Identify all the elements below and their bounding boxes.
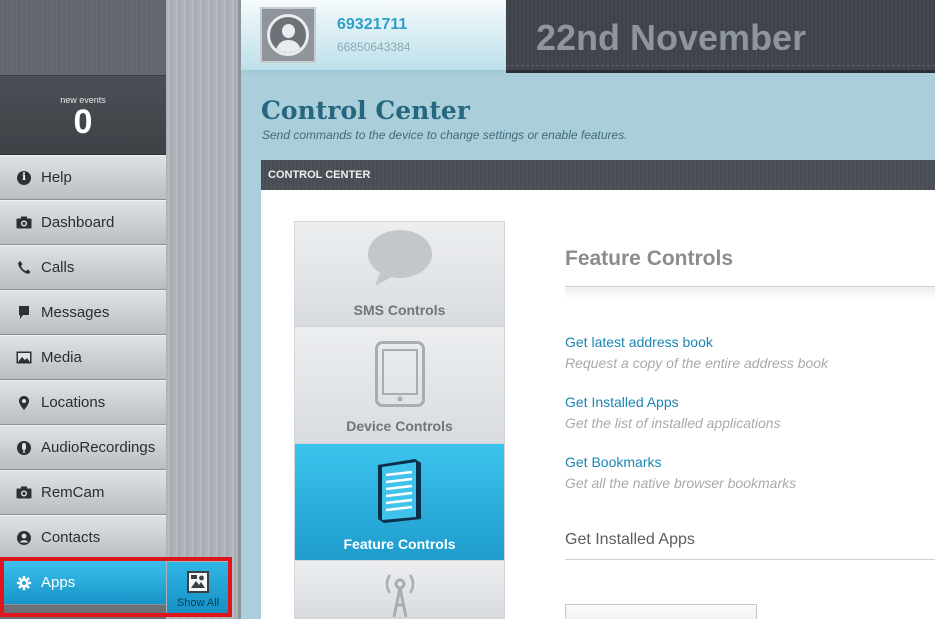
section-title: Get Installed Apps (565, 531, 695, 548)
sidebar-item-media[interactable]: Media (0, 335, 166, 380)
avatar (260, 7, 316, 63)
device-profile[interactable]: 69321711 66850643384 (241, 0, 506, 73)
sidebar-item-audiorecordings[interactable]: AudioRecordings (0, 425, 166, 470)
sidebar-item-contacts[interactable]: Contacts (0, 515, 166, 560)
phone-icon (16, 260, 32, 276)
sidebar-logo-area (0, 0, 166, 76)
device-name: 69321711 (337, 16, 408, 33)
sidebar: new events 0 i Help Dashboard Calls Mess… (0, 0, 166, 619)
new-events-count: 0 (73, 103, 93, 141)
sidebar-nav: i Help Dashboard Calls Messages Media Lo… (0, 155, 166, 605)
annotation-highlight (0, 557, 232, 617)
date-banner: 22nd November (506, 0, 935, 73)
get-installed-apps-link[interactable]: Get Installed Apps (565, 394, 781, 410)
sidebar-item-messages[interactable]: Messages (0, 290, 166, 335)
sidebar-item-label: AudioRecordings (41, 439, 156, 456)
control-center-panel: CONTROL CENTER SMS Controls Device Contr… (261, 160, 935, 619)
sidebar-item-calls[interactable]: Calls (0, 245, 166, 290)
page-subtitle: Send commands to the device to change se… (262, 128, 628, 142)
app-root: new events 0 i Help Dashboard Calls Mess… (0, 0, 935, 619)
message-icon (16, 305, 32, 321)
tab-label: Feature Controls (343, 536, 456, 552)
sidebar-item-remcam[interactable]: RemCam (0, 470, 166, 515)
device-number: 66850643384 (337, 40, 411, 54)
get-installed-apps-button[interactable] (565, 604, 757, 619)
feature-description: Get all the native browser bookmarks (565, 475, 797, 491)
feature-item: Get Bookmarks Get all the native browser… (565, 454, 796, 491)
sidebar-item-label: Messages (41, 304, 110, 321)
camera-icon (16, 215, 32, 231)
get-address-book-link[interactable]: Get latest address book (565, 334, 828, 350)
section-divider (565, 559, 935, 560)
tab-feature-controls[interactable]: Feature Controls (295, 444, 504, 561)
sidebar-item-label: Calls (41, 259, 75, 276)
control-tabs: SMS Controls Device Controls Feature Con… (294, 221, 505, 619)
feature-controls-title: Feature Controls (565, 247, 734, 270)
main-content: Control Center Send commands to the devi… (241, 73, 935, 619)
map-pin-icon (16, 395, 32, 411)
contact-icon (16, 530, 32, 546)
feature-item: Get latest address book Request a copy o… (565, 334, 828, 371)
page-title: Control Center (261, 96, 470, 125)
tab-device-controls[interactable]: Device Controls (295, 327, 504, 444)
sidebar-item-help[interactable]: i Help (0, 155, 166, 200)
info-icon: i (16, 170, 32, 186)
feature-item: Get Installed Apps Get the list of insta… (565, 394, 781, 431)
sidebar-item-locations[interactable]: Locations (0, 380, 166, 425)
new-events-counter[interactable]: new events 0 (0, 76, 166, 155)
title-divider (565, 286, 935, 300)
stitch-divider (506, 65, 935, 66)
feature-controls-content: Feature Controls Get latest address book… (565, 160, 935, 619)
sidebar-item-label: Help (41, 169, 72, 186)
antenna-icon (377, 571, 423, 619)
secondary-strip (166, 0, 241, 619)
sidebar-item-label: Dashboard (41, 214, 115, 231)
sidebar-item-label: Contacts (41, 529, 101, 546)
current-date: 22nd November (536, 17, 807, 58)
tab-label: Device Controls (346, 418, 453, 434)
camera-icon (16, 485, 32, 501)
tab-sms-controls[interactable]: SMS Controls (295, 222, 504, 327)
tablet-icon (375, 341, 425, 412)
microphone-icon (16, 440, 32, 456)
tab-network-controls[interactable] (295, 561, 504, 618)
speech-bubble-icon (367, 228, 433, 293)
get-bookmarks-link[interactable]: Get Bookmarks (565, 454, 796, 470)
book-icon (375, 457, 425, 528)
feature-description: Request a copy of the entire address boo… (565, 355, 829, 371)
feature-description: Get the list of installed applications (565, 415, 781, 431)
header: 69321711 66850643384 22nd November (241, 0, 935, 73)
tab-label: SMS Controls (353, 302, 446, 318)
sidebar-item-label: Locations (41, 394, 106, 411)
sidebar-item-dashboard[interactable]: Dashboard (0, 200, 166, 245)
sidebar-item-label: RemCam (41, 484, 105, 501)
image-icon (16, 350, 32, 366)
sidebar-item-label: Media (41, 349, 82, 366)
user-icon (267, 14, 309, 56)
